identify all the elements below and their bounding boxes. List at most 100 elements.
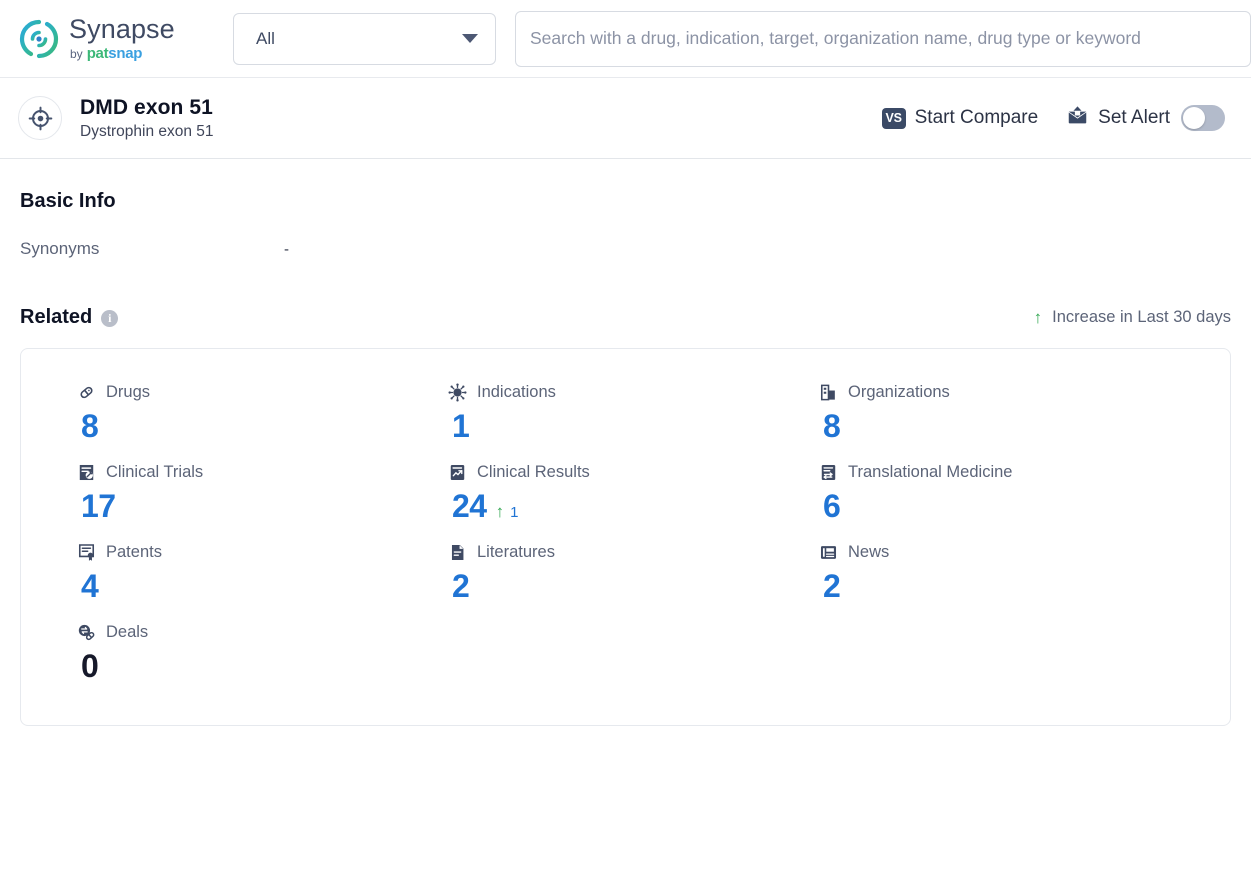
basic-info-row: Synonyms - bbox=[20, 239, 1231, 259]
basic-info-list: Synonyms - bbox=[20, 239, 1231, 259]
stat-cell-news[interactable]: News 2 bbox=[819, 543, 1190, 605]
stat-label: Translational Medicine bbox=[848, 463, 1013, 481]
stat-header: Clinical Results bbox=[448, 463, 819, 482]
search-scope-dropdown[interactable]: All bbox=[233, 12, 496, 65]
page-title: DMD exon 51 bbox=[80, 95, 213, 119]
synonyms-value: - bbox=[284, 241, 289, 258]
stat-value-row: 8 bbox=[823, 408, 1190, 445]
deal-icon bbox=[77, 623, 96, 642]
stat-header: News bbox=[819, 543, 1190, 562]
synonyms-label: Synonyms bbox=[20, 239, 100, 258]
stat-value-row: 17 bbox=[81, 488, 448, 525]
related-stats-card: Drugs 8 Indications 1 Organizations 8 Cl… bbox=[20, 348, 1231, 726]
stat-delta-value: 1 bbox=[510, 504, 519, 521]
stat-label: Clinical Results bbox=[477, 463, 590, 481]
stat-value: 2 bbox=[823, 568, 841, 604]
stat-value: 2 bbox=[452, 568, 470, 604]
entity-alias: Dystrophin exon 51 bbox=[80, 122, 214, 140]
stat-value: 4 bbox=[81, 568, 99, 604]
clinical-result-icon bbox=[448, 463, 467, 482]
stat-cell-drugs[interactable]: Drugs 8 bbox=[77, 383, 448, 445]
synapse-logo-icon bbox=[18, 18, 60, 60]
stat-value-row: 8 bbox=[81, 408, 448, 445]
patent-icon bbox=[77, 543, 96, 562]
stat-header: Translational Medicine bbox=[819, 463, 1190, 482]
start-compare-button[interactable]: VS Start Compare bbox=[881, 107, 1038, 129]
basic-info-heading: Basic Info bbox=[20, 190, 116, 212]
brand-title: Synapse bbox=[69, 14, 175, 44]
stat-value-row: 2 bbox=[823, 568, 1190, 605]
brand-pat: pat bbox=[86, 45, 109, 62]
stat-label: Clinical Trials bbox=[106, 463, 204, 481]
stat-value-row: 4 bbox=[81, 568, 448, 605]
versus-icon: VS bbox=[881, 107, 906, 129]
stat-header: Organizations bbox=[819, 383, 1190, 402]
stat-header: Indications bbox=[448, 383, 819, 402]
stat-value: 8 bbox=[81, 408, 99, 444]
stat-cell-translational-medicine[interactable]: Translational Medicine 6 bbox=[819, 463, 1190, 525]
stat-value-row: 2 bbox=[452, 568, 819, 605]
entity-actions: VS Start Compare Set Alert bbox=[881, 105, 1225, 131]
toggle-knob bbox=[1183, 107, 1205, 129]
global-search-bar: Synapse by patsnap All bbox=[0, 0, 1251, 78]
up-arrow-icon: ↑ bbox=[495, 502, 505, 521]
news-icon bbox=[819, 543, 838, 562]
stat-value-row: 6 bbox=[823, 488, 1190, 525]
related-header: Related i ↑ Increase in Last 30 days bbox=[20, 306, 1231, 329]
chevron-down-icon bbox=[462, 34, 478, 43]
related-heading: Related bbox=[20, 306, 93, 328]
info-icon[interactable]: i bbox=[101, 310, 119, 327]
stat-cell-clinical-results[interactable]: Clinical Results 24 ↑ 1 bbox=[448, 463, 819, 525]
stat-label: Indications bbox=[477, 383, 556, 401]
literature-icon bbox=[448, 543, 467, 562]
stat-value: 0 bbox=[81, 648, 99, 684]
alert-envelope-icon bbox=[1066, 105, 1089, 131]
target-icon bbox=[28, 106, 52, 130]
search-scope-value: All bbox=[256, 28, 275, 48]
brand-snap: snap bbox=[108, 45, 143, 62]
stat-header: Deals bbox=[77, 623, 448, 642]
entity-header: DMD exon 51 Dystrophin exon 51 VS Start … bbox=[0, 78, 1251, 159]
stat-value: 24 bbox=[452, 488, 487, 524]
main-content: Basic Info Synonyms - Related i ↑ Increa… bbox=[0, 159, 1251, 726]
stat-cell-indications[interactable]: Indications 1 bbox=[448, 383, 819, 445]
stat-label: Drugs bbox=[106, 383, 151, 401]
stat-value-row: 24 ↑ 1 bbox=[452, 488, 819, 525]
translational-icon bbox=[819, 463, 838, 482]
stat-label: Organizations bbox=[848, 383, 950, 401]
stat-label: News bbox=[848, 543, 890, 561]
stat-cell-deals[interactable]: Deals 0 bbox=[77, 623, 448, 685]
synapse-logo[interactable]: Synapse by patsnap bbox=[18, 16, 233, 61]
stat-cell-clinical-trials[interactable]: Clinical Trials 17 bbox=[77, 463, 448, 525]
stat-cell-patents[interactable]: Patents 4 bbox=[77, 543, 448, 605]
avatar bbox=[18, 96, 62, 140]
related-stats-grid: Drugs 8 Indications 1 Organizations 8 Cl… bbox=[21, 383, 1230, 685]
stat-header: Patents bbox=[77, 543, 448, 562]
stat-label: Literatures bbox=[477, 543, 555, 561]
stat-cell-organizations[interactable]: Organizations 8 bbox=[819, 383, 1190, 445]
stat-header: Drugs bbox=[77, 383, 448, 402]
stat-value: 8 bbox=[823, 408, 841, 444]
pill-icon bbox=[77, 383, 96, 402]
virus-icon bbox=[448, 383, 467, 402]
clinical-trial-icon bbox=[77, 463, 96, 482]
stat-label: Deals bbox=[106, 623, 149, 641]
stat-delta: ↑ 1 bbox=[496, 502, 519, 522]
increase-legend: ↑ Increase in Last 30 days bbox=[1034, 308, 1231, 327]
stat-cell-literatures[interactable]: Literatures 2 bbox=[448, 543, 819, 605]
stat-header: Clinical Trials bbox=[77, 463, 448, 482]
search-input[interactable] bbox=[530, 28, 1236, 49]
set-alert-label: Set Alert bbox=[1098, 107, 1170, 128]
stat-value-row: 0 bbox=[81, 648, 448, 685]
stat-value: 17 bbox=[81, 488, 116, 524]
building-icon bbox=[819, 383, 838, 402]
stat-value-row: 1 bbox=[452, 408, 819, 445]
set-alert-toggle[interactable] bbox=[1181, 105, 1225, 131]
stat-value: 6 bbox=[823, 488, 841, 524]
stat-header: Literatures bbox=[448, 543, 819, 562]
stat-label: Patents bbox=[106, 543, 162, 561]
set-alert-control[interactable]: Set Alert bbox=[1066, 105, 1225, 131]
brand-by: by bbox=[70, 47, 83, 61]
increase-legend-label: Increase in Last 30 days bbox=[1052, 308, 1231, 326]
search-field-wrapper[interactable] bbox=[515, 10, 1251, 67]
